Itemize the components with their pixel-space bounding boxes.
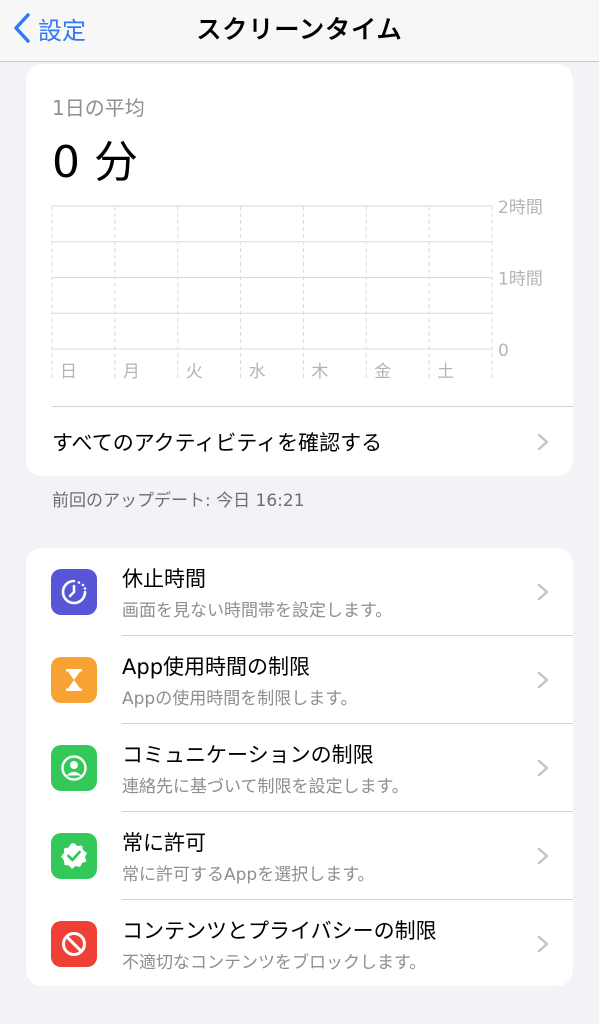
usage-chart[interactable]: 2時間 1時間 0 日 月 火 水 木 金 土: [26, 64, 573, 404]
chevron-right-icon: [537, 671, 549, 689]
chart-day-label: 水: [249, 362, 266, 382]
settings-list: 休止時間 画面を見ない時間帯を設定します。 App使用時間の制限 Appの使用時…: [26, 548, 573, 986]
chevron-right-icon: [537, 935, 549, 953]
see-all-activity-row[interactable]: すべてのアクティビティを確認する: [52, 406, 573, 476]
content-privacy-title: コンテンツとプライバシーの制限: [122, 919, 437, 943]
chart-y-tick-label: 2時間: [498, 198, 543, 218]
chart-day-label: 火: [186, 362, 203, 382]
chevron-right-icon: [537, 759, 549, 777]
app-limits-title: App使用時間の制限: [122, 655, 311, 679]
chevron-right-icon: [537, 433, 549, 450]
communication-limits-subtitle: 連絡先に基づいて制限を設定します。: [122, 777, 409, 797]
app-limits-row[interactable]: App使用時間の制限 Appの使用時間を制限します。: [26, 636, 573, 724]
downtime-icon: [51, 569, 97, 615]
chart-day-label: 木: [311, 362, 328, 382]
downtime-subtitle: 画面を見ない時間帯を設定します。: [122, 601, 393, 621]
checkmark-seal-icon: [51, 833, 97, 879]
chevron-right-icon: [537, 847, 549, 865]
chart-y-tick-label: 1時間: [498, 270, 543, 290]
chart-day-label: 日: [60, 362, 77, 382]
person-circle-icon: [51, 745, 97, 791]
last-updated-text: 前回のアップデート: 今日 16:21: [52, 491, 305, 511]
summary-card: 1日の平均 0 分 2時間 1時間 0 日月火水木金土 すべてのアクティビティを確認す…: [26, 64, 573, 476]
communication-limits-row[interactable]: コミュニケーションの制限 連絡先に基づいて制限を設定します。: [26, 724, 573, 812]
app-limits-subtitle: Appの使用時間を制限します。: [122, 689, 358, 709]
always-allowed-title: 常に許可: [122, 831, 206, 855]
always-allowed-subtitle: 常に許可するAppを選択します。: [122, 865, 375, 885]
chevron-right-icon: [537, 583, 549, 601]
downtime-row[interactable]: 休止時間 画面を見ない時間帯を設定します。: [26, 548, 573, 636]
prohibited-icon: [51, 921, 97, 967]
downtime-title: 休止時間: [122, 567, 206, 591]
page-title: スクリーンタイム: [196, 15, 403, 44]
content-privacy-row[interactable]: コンテンツとプライバシーの制限 不適切なコンテンツをブロックします。: [26, 900, 573, 986]
communication-limits-title: コミュニケーションの制限: [122, 743, 374, 767]
chart-day-label: 土: [437, 362, 454, 382]
always-allowed-row[interactable]: 常に許可 常に許可するAppを選択します。: [26, 812, 573, 900]
chart-y-tick-label: 0: [498, 341, 509, 361]
hourglass-icon: [51, 657, 97, 703]
see-all-activity-label: すべてのアクティビティを確認する: [52, 430, 383, 455]
content-privacy-subtitle: 不適切なコンテンツをブロックします。: [122, 953, 427, 973]
navigation-bar: 設定 スクリーンタイム: [0, 0, 599, 62]
chart-day-label: 月: [123, 362, 140, 382]
chart-day-label: 金: [374, 362, 391, 382]
